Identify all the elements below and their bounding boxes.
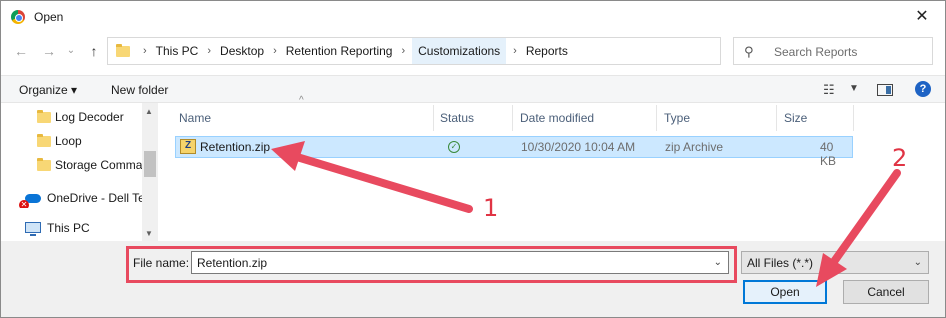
view-options-icon[interactable]: ☷ bbox=[823, 82, 835, 98]
breadcrumb-separator[interactable]: › bbox=[266, 45, 284, 57]
dialog-title: Open bbox=[34, 10, 64, 24]
scrollbar-thumb[interactable] bbox=[144, 151, 156, 177]
column-divider[interactable] bbox=[853, 105, 854, 131]
breadcrumb-reports[interactable]: Reports bbox=[524, 38, 570, 64]
type-cell: zip Archive bbox=[665, 140, 724, 154]
file-type-dropdown-icon[interactable]: ⌄ bbox=[914, 257, 922, 268]
sort-ascending-icon: ^ bbox=[299, 95, 304, 106]
column-divider[interactable] bbox=[776, 105, 777, 131]
scroll-up-arrow-icon[interactable]: ▲ bbox=[145, 107, 153, 116]
sync-error-icon: ✕ bbox=[19, 200, 29, 208]
up-arrow-icon[interactable]: ↑ bbox=[84, 41, 104, 61]
close-button[interactable]: ✕ bbox=[899, 1, 945, 33]
breadcrumb-separator[interactable]: › bbox=[506, 45, 524, 57]
help-icon[interactable]: ? bbox=[915, 81, 931, 97]
sidebar-item-label: Log Decoder bbox=[55, 110, 124, 124]
view-dropdown-icon[interactable]: ▼ bbox=[849, 83, 859, 94]
command-bar: Organize ▾ New folder ☷ ▼ ? bbox=[1, 75, 945, 103]
new-folder-button[interactable]: New folder bbox=[111, 83, 168, 97]
sidebar-item-label: Loop bbox=[55, 134, 82, 148]
breadcrumb-separator: › bbox=[143, 45, 147, 57]
search-input[interactable]: Search Reports bbox=[774, 45, 857, 59]
size-cell: 40 KB bbox=[820, 140, 837, 168]
annotation-highlight-box bbox=[126, 246, 737, 283]
sidebar-item-this-pc[interactable]: This PC bbox=[1, 218, 142, 238]
title-bar: Open ✕ bbox=[1, 1, 945, 33]
zip-file-icon bbox=[180, 139, 196, 154]
scroll-down-arrow-icon[interactable]: ▼ bbox=[145, 229, 153, 238]
column-divider[interactable] bbox=[433, 105, 434, 131]
forward-arrow-icon[interactable]: → bbox=[39, 41, 59, 61]
file-row-retention-zip[interactable]: Retention.zip ✓ 10/30/2020 10:04 AM zip … bbox=[175, 136, 853, 168]
address-bar[interactable]: › This PC › Desktop › Retention Reportin… bbox=[107, 37, 812, 65]
column-header-name[interactable]: Name bbox=[179, 103, 211, 133]
breadcrumb-customizations[interactable]: Customizations bbox=[412, 38, 507, 64]
breadcrumb-desktop[interactable]: Desktop bbox=[218, 38, 266, 64]
folder-icon bbox=[116, 44, 130, 57]
sidebar-item-label: Storage Comma bbox=[55, 158, 142, 172]
sidebar-item-label: This PC bbox=[47, 221, 90, 235]
column-divider[interactable] bbox=[512, 105, 513, 131]
file-type-filter-value: All Files (*.*) bbox=[747, 256, 814, 270]
annotation-label-1: 1 bbox=[483, 194, 499, 222]
sidebar-item-loop[interactable]: Loop bbox=[1, 131, 142, 151]
column-header-type[interactable]: Type bbox=[664, 103, 690, 133]
column-divider[interactable] bbox=[656, 105, 657, 131]
file-list: ^ Name Status Date modified Type Size Re… bbox=[167, 95, 945, 241]
computer-icon bbox=[25, 222, 41, 236]
navigation-pane: Log Decoder Loop Storage Comma ✕ OneDriv… bbox=[1, 103, 158, 241]
breadcrumb: › This PC › Desktop › Retention Reportin… bbox=[136, 38, 570, 64]
recent-locations-dropdown-icon[interactable]: ⌄ bbox=[61, 41, 81, 61]
file-type-filter-select[interactable]: All Files (*.*) ⌄ bbox=[741, 251, 929, 274]
open-dialog: Open ✕ ← → ⌄ ↑ › This PC › Desktop › Ret… bbox=[0, 0, 946, 318]
organize-menu-button[interactable]: Organize ▾ bbox=[19, 83, 77, 97]
column-header-status[interactable]: Status bbox=[440, 103, 474, 133]
sidebar-item-log-decoder[interactable]: Log Decoder bbox=[1, 107, 142, 127]
file-name-cell: Retention.zip bbox=[200, 140, 271, 154]
breadcrumb-separator[interactable]: › bbox=[394, 45, 412, 57]
breadcrumb-this-pc[interactable]: This PC bbox=[154, 38, 201, 64]
sidebar-item-onedrive[interactable]: ✕ OneDrive - Dell Te bbox=[1, 188, 142, 208]
folder-icon bbox=[37, 158, 51, 171]
open-button[interactable]: Open bbox=[743, 280, 827, 304]
search-box[interactable]: ⚲ Search Reports bbox=[733, 37, 933, 65]
folder-icon bbox=[37, 110, 51, 123]
cancel-button[interactable]: Cancel bbox=[843, 280, 929, 304]
breadcrumb-separator[interactable]: › bbox=[200, 45, 218, 57]
sidebar-scrollbar[interactable]: ▲ ▼ bbox=[142, 103, 158, 241]
sidebar-item-storage-commands[interactable]: Storage Comma bbox=[1, 155, 142, 175]
chrome-app-icon bbox=[11, 10, 25, 24]
column-header-date-modified[interactable]: Date modified bbox=[520, 103, 594, 133]
column-header-size[interactable]: Size bbox=[784, 103, 807, 133]
annotation-label-2: 2 bbox=[892, 144, 908, 172]
search-icon: ⚲ bbox=[744, 44, 754, 59]
sync-status-check-icon: ✓ bbox=[448, 141, 460, 153]
preview-pane-icon[interactable] bbox=[877, 84, 893, 96]
sidebar-item-label: OneDrive - Dell Te bbox=[47, 191, 142, 205]
back-arrow-icon[interactable]: ← bbox=[11, 41, 31, 61]
breadcrumb-retention-reporting[interactable]: Retention Reporting bbox=[284, 38, 395, 64]
date-modified-cell: 10/30/2020 10:04 AM bbox=[521, 140, 636, 154]
folder-icon bbox=[37, 134, 51, 147]
